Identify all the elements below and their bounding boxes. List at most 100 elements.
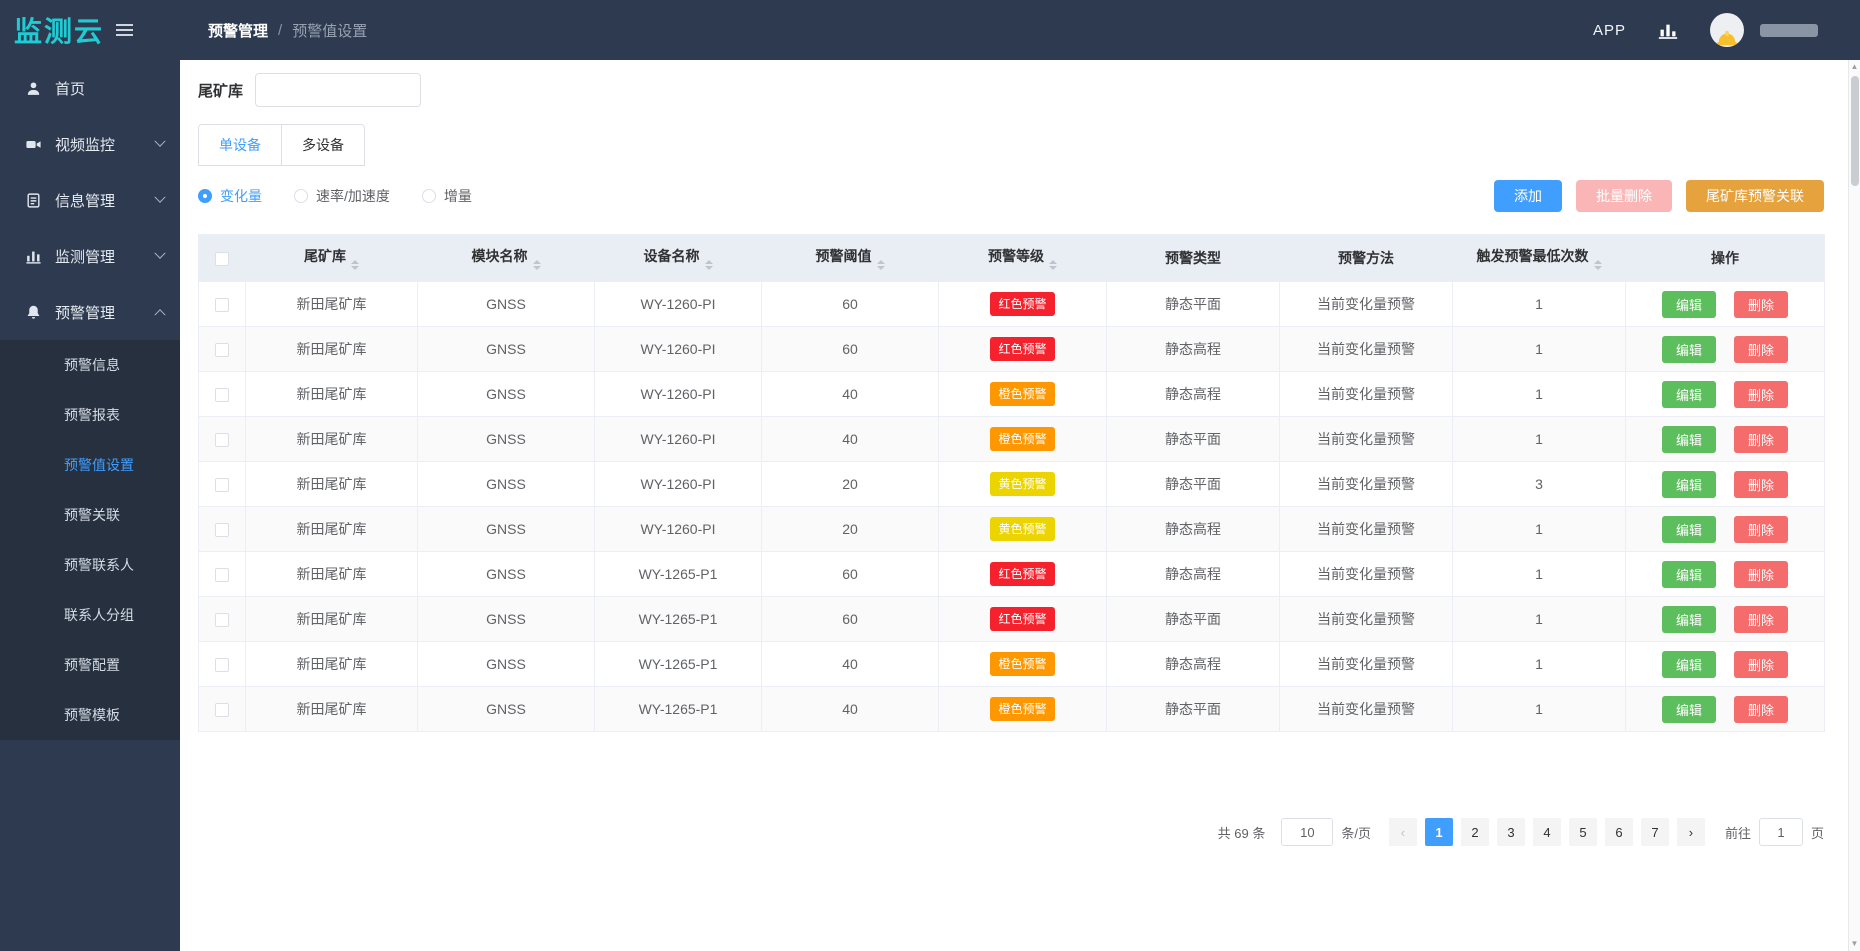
select-all-checkbox[interactable] [215,252,229,266]
delete-button[interactable]: 删除 [1734,291,1788,318]
submenu-item-6[interactable]: 预警配置 [0,640,180,690]
sort-caret-icon[interactable] [1594,260,1602,270]
page-button-5[interactable]: 5 [1569,818,1597,846]
row-checkbox[interactable] [215,568,229,582]
bar-chart-icon[interactable] [1658,21,1678,40]
table-row: 新田尾矿库 GNSS WY-1260-PI 60 红色预警 静态平面 当前变化量… [199,282,1825,327]
page-size-select[interactable]: 10 [1281,818,1333,846]
cell-module: GNSS [418,372,595,417]
edit-button[interactable]: 编辑 [1662,516,1716,543]
next-page-button[interactable]: › [1677,818,1705,846]
vertical-scrollbar[interactable]: ▲ ▼ [1848,60,1860,951]
cell-actions: 编辑 删除 [1626,417,1825,462]
column-header-2[interactable]: 设备名称 [595,235,762,282]
app-link[interactable]: APP [1593,22,1626,39]
radio-option-0[interactable]: 变化量 [198,186,262,206]
row-checkbox[interactable] [215,658,229,672]
level-badge: 橙色预警 [990,652,1054,676]
page-button-4[interactable]: 4 [1533,818,1561,846]
scrollbar-thumb[interactable] [1851,76,1859,186]
cell-actions: 编辑 删除 [1626,507,1825,552]
username-redacted[interactable] [1760,24,1818,37]
page-button-7[interactable]: 7 [1641,818,1669,846]
delete-button[interactable]: 删除 [1734,336,1788,363]
row-checkbox[interactable] [215,478,229,492]
column-header-4[interactable]: 预警等级 [939,235,1107,282]
tab-1[interactable]: 多设备 [281,125,364,165]
cell-tailings: 新田尾矿库 [246,372,418,417]
sort-caret-icon[interactable] [877,260,885,270]
breadcrumb-section[interactable]: 预警管理 [208,20,268,41]
cell-module: GNSS [418,327,595,372]
submenu-item-1[interactable]: 预警报表 [0,390,180,440]
row-checkbox[interactable] [215,703,229,717]
sort-caret-icon[interactable] [705,260,713,270]
submenu-item-3[interactable]: 预警关联 [0,490,180,540]
edit-button[interactable]: 编辑 [1662,381,1716,408]
filter-row: 尾矿库 [198,72,1848,108]
delete-button[interactable]: 删除 [1734,426,1788,453]
submenu-item-7[interactable]: 预警模板 [0,690,180,740]
page-button-3[interactable]: 3 [1497,818,1525,846]
tailings-alert-link-button[interactable]: 尾矿库预警关联 [1686,180,1824,212]
sidebar-item-1[interactable]: 视频监控 [0,116,180,172]
sidebar-item-2[interactable]: 信息管理 [0,172,180,228]
page-button-1[interactable]: 1 [1425,818,1453,846]
goto-page-input[interactable] [1759,818,1803,846]
edit-button[interactable]: 编辑 [1662,291,1716,318]
sort-caret-icon[interactable] [351,260,359,270]
page-button-6[interactable]: 6 [1605,818,1633,846]
delete-button[interactable]: 删除 [1734,696,1788,723]
page-button-2[interactable]: 2 [1461,818,1489,846]
delete-button[interactable]: 删除 [1734,561,1788,588]
add-button[interactable]: 添加 [1494,180,1562,212]
edit-button[interactable]: 编辑 [1662,561,1716,588]
column-header-7[interactable]: 触发预警最低次数 [1453,235,1626,282]
cell-level: 橙色预警 [939,642,1107,687]
batch-delete-button[interactable]: 批量删除 [1576,180,1672,212]
row-checkbox[interactable] [215,433,229,447]
cell-level: 橙色预警 [939,417,1107,462]
scroll-up-icon[interactable]: ▲ [1851,60,1859,74]
sidebar-item-4[interactable]: 预警管理 [0,284,180,340]
tab-0[interactable]: 单设备 [199,125,281,165]
column-header-1[interactable]: 模块名称 [418,235,595,282]
column-header-0[interactable]: 尾矿库 [246,235,418,282]
sidebar-item-0[interactable]: 首页 [0,60,180,116]
tailings-filter-input[interactable] [255,73,421,107]
prev-page-button[interactable]: ‹ [1389,818,1417,846]
row-checkbox[interactable] [215,613,229,627]
delete-button[interactable]: 删除 [1734,471,1788,498]
edit-button[interactable]: 编辑 [1662,471,1716,498]
column-header-8: 操作 [1626,235,1825,282]
sidebar-item-3[interactable]: 监测管理 [0,228,180,284]
edit-button[interactable]: 编辑 [1662,606,1716,633]
row-checkbox[interactable] [215,388,229,402]
sort-caret-icon[interactable] [533,260,541,270]
submenu-item-0[interactable]: 预警信息 [0,340,180,390]
edit-button[interactable]: 编辑 [1662,426,1716,453]
user-avatar[interactable] [1710,13,1744,47]
delete-button[interactable]: 删除 [1734,651,1788,678]
cell-threshold: 40 [762,417,939,462]
submenu-item-5[interactable]: 联系人分组 [0,590,180,640]
cell-threshold: 20 [762,507,939,552]
row-checkbox[interactable] [215,343,229,357]
row-checkbox[interactable] [215,298,229,312]
scroll-down-icon[interactable]: ▼ [1851,937,1859,951]
radio-option-2[interactable]: 增量 [422,186,472,206]
submenu-item-4[interactable]: 预警联系人 [0,540,180,590]
delete-button[interactable]: 删除 [1734,381,1788,408]
submenu-item-2[interactable]: 预警值设置 [0,440,180,490]
delete-button[interactable]: 删除 [1734,516,1788,543]
delete-button[interactable]: 删除 [1734,606,1788,633]
edit-button[interactable]: 编辑 [1662,696,1716,723]
edit-button[interactable]: 编辑 [1662,336,1716,363]
edit-button[interactable]: 编辑 [1662,651,1716,678]
radio-option-1[interactable]: 速率/加速度 [294,186,390,206]
row-checkbox[interactable] [215,523,229,537]
sort-caret-icon[interactable] [1049,260,1057,270]
alert-table-wrap: 尾矿库 模块名称 设备名称 预警阈值 预警等级 预警类型 预警方法 触发预警最低… [198,234,1848,732]
column-header-3[interactable]: 预警阈值 [762,235,939,282]
menu-toggle-icon[interactable] [116,24,133,36]
